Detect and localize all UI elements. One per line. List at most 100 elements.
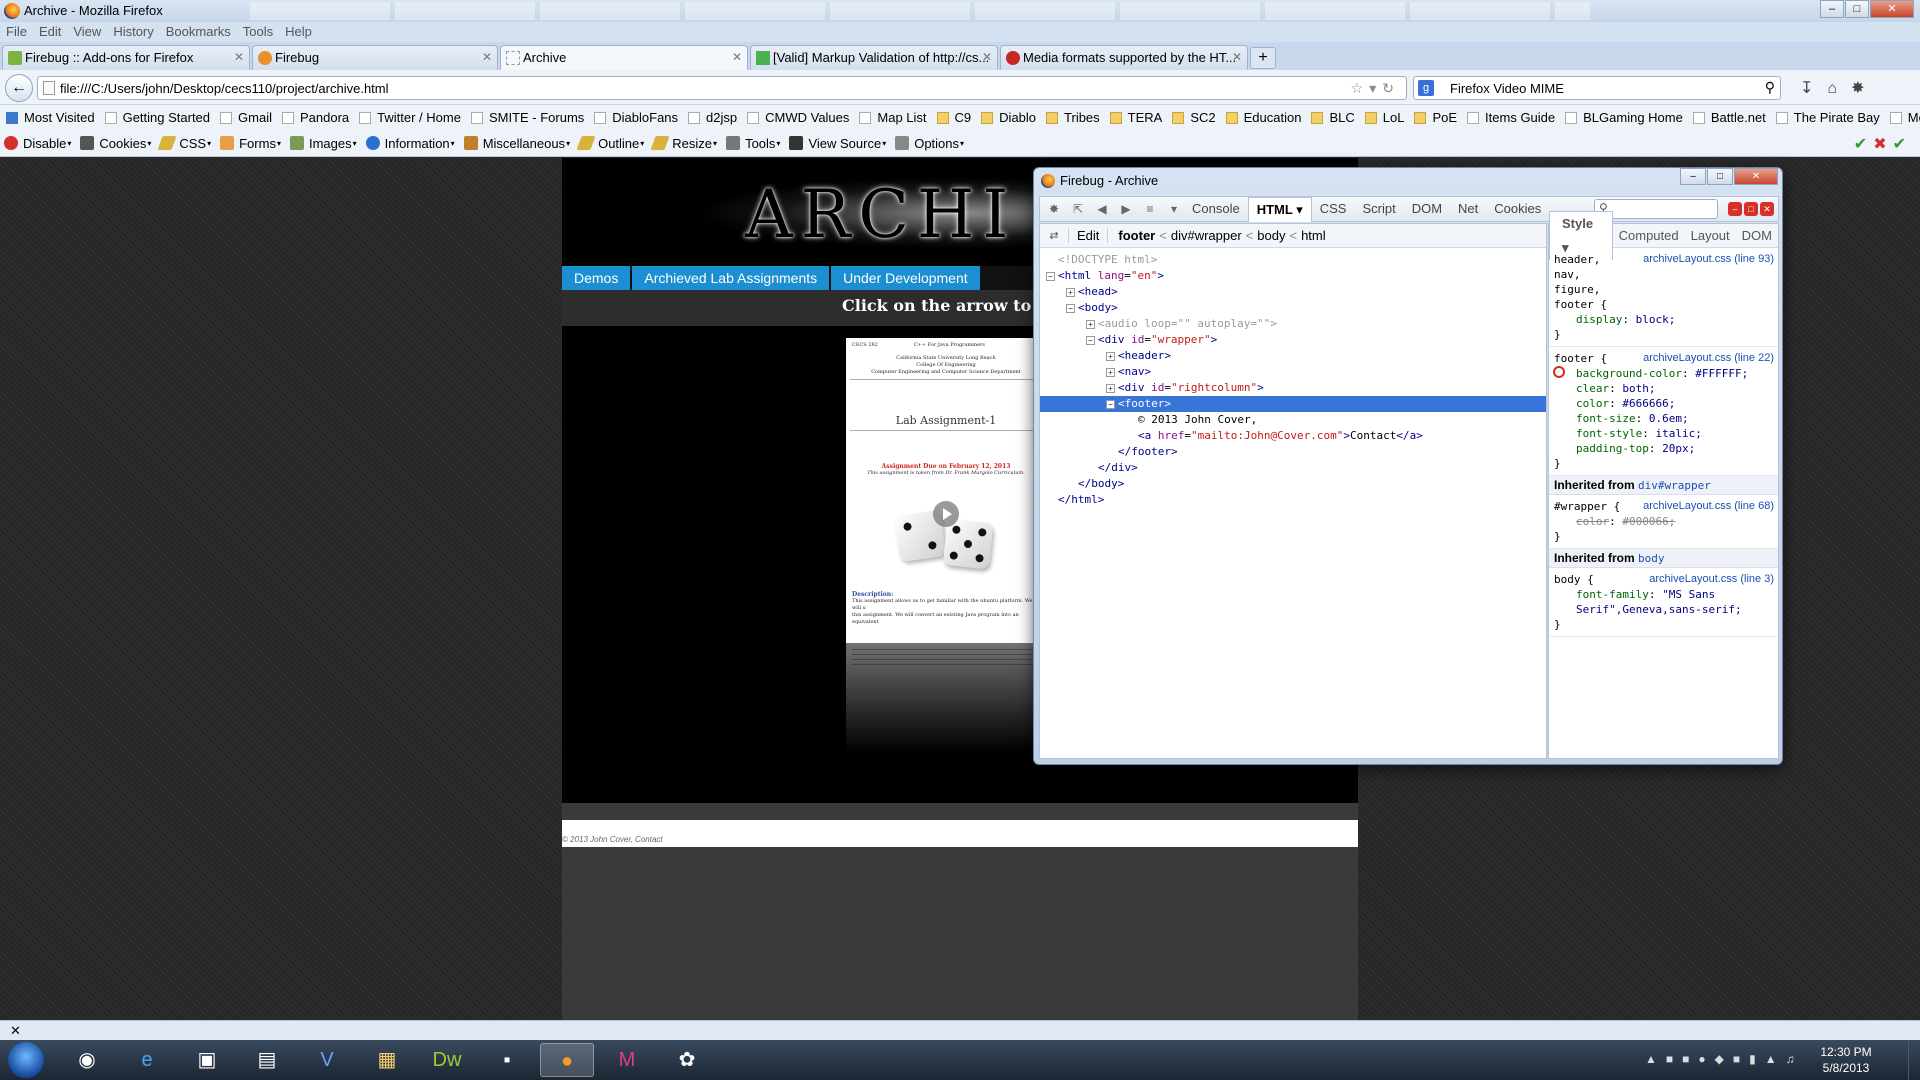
menu-bookmarks[interactable]: Bookmarks [166,22,231,42]
expand-icon[interactable]: + [1066,287,1075,297]
css-property[interactable]: font-style: italic; [1554,426,1774,441]
dropdown-icon[interactable]: ▾ [1164,199,1184,219]
bookmark-folder[interactable]: TERA [1109,110,1162,125]
expand-icon[interactable]: + [1106,351,1115,361]
bookmark-item[interactable]: BLGaming Home [1565,110,1683,125]
tab-firebug[interactable]: Firebug ✕ [252,45,498,70]
tab-firebug-addons[interactable]: Firebug :: Add-ons for Firefox ✕ [2,45,250,70]
forward-arrow-icon[interactable]: ▶ [1116,199,1136,219]
tree-node[interactable]: <a href="mailto:John@Cover.com">Contact<… [1040,428,1546,444]
css-property[interactable]: background-color: #FFFFFF; [1553,366,1774,381]
tree-node[interactable]: </div> [1040,460,1546,476]
tray-app-icon[interactable]: ■ [1682,1052,1698,1066]
tree-node[interactable]: − <body> [1040,300,1546,316]
css-property[interactable]: font-size: 0.6em; [1554,411,1774,426]
disable-menu[interactable]: Disable ▾ [4,136,71,151]
bookmark-folder[interactable]: PoE [1414,110,1457,125]
bookmark-item[interactable]: Movie Showtimes [1889,110,1920,125]
css-property[interactable]: padding-top: 20px; [1554,441,1774,456]
start-button[interactable] [8,1042,44,1078]
network-icon[interactable]: ▲ [1765,1052,1786,1066]
dropdown-icon[interactable]: ▾ [1369,80,1382,96]
lab-document-preview[interactable]: CECS 282 C++ For Java Programmers Califor… [846,338,1046,643]
rule-source-link[interactable]: archiveLayout.css (line 93) [1643,252,1774,267]
close-addon-bar-icon[interactable]: ✕ [10,1023,21,1039]
show-desktop-button[interactable] [1908,1040,1920,1080]
bookmark-star-icon[interactable]: ☆ [1351,80,1370,96]
bookmark-folder[interactable]: SC2 [1172,110,1216,125]
tab-dom[interactable]: DOM [1736,224,1778,248]
menu-tools[interactable]: Tools [243,22,273,42]
tree-node[interactable]: © 2013 John Cover, [1040,412,1546,428]
bookmark-folder[interactable]: Tribes [1046,110,1100,125]
volume-icon[interactable]: ♫ [1786,1052,1804,1066]
tab-close-icon[interactable]: ✕ [732,46,742,69]
css-property[interactable]: font-family: "MS Sans Serif",Geneva,sans… [1554,587,1774,617]
tree-node[interactable]: + <div id="rightcolumn"> [1040,380,1546,396]
bookmark-item[interactable]: Battle.net [1692,110,1766,125]
paint-icon[interactable]: ✿ [660,1043,714,1077]
css-property[interactable]: color: #666666; [1554,396,1774,411]
tab-html[interactable]: HTML ▾ [1247,196,1312,222]
notepad2-icon[interactable]: ▪ [480,1043,534,1077]
tab-computed[interactable]: Computed [1613,224,1685,248]
css-property[interactable]: color: #000066; [1554,514,1774,529]
options-menu[interactable]: Options ▾ [895,136,964,151]
forms-menu[interactable]: Forms ▾ [220,136,281,151]
magenta-app-icon[interactable]: M [600,1043,654,1077]
bookmark-most-visited[interactable]: Most Visited [6,110,95,125]
view-source-menu[interactable]: View Source ▾ [789,136,886,151]
tree-node[interactable]: − <html lang="en"> [1040,268,1546,284]
bookmark-item[interactable]: Items Guide [1467,110,1555,125]
nav-archived-labs[interactable]: Archieved Lab Assignments [632,266,830,290]
menu-file[interactable]: File [6,22,27,42]
outline-menu[interactable]: Outline ▾ [576,136,644,151]
expand-icon[interactable]: + [1086,319,1095,329]
notepad-icon[interactable]: ▤ [240,1043,294,1077]
miscellaneous-menu[interactable]: Miscellaneous ▾ [463,136,570,151]
tab-css[interactable]: CSS [1312,197,1355,221]
close-button[interactable]: ✕ [1870,0,1914,18]
crumb-footer[interactable]: footer [1118,228,1155,243]
home-icon[interactable]: ⌂ [1827,80,1851,97]
bookmark-item[interactable]: Getting Started [104,110,210,125]
tab-layout[interactable]: Layout [1685,224,1736,248]
css-menu[interactable]: CSS ▾ [157,136,211,151]
edit-button[interactable]: Edit [1068,228,1109,243]
tab-cookies[interactable]: Cookies [1486,197,1549,221]
inherited-source-link[interactable]: body [1638,552,1665,565]
explorer-folder-icon[interactable]: ▦ [360,1043,414,1077]
css-property[interactable]: clear: both; [1554,381,1774,396]
disabled-property-icon[interactable] [1553,366,1565,378]
tab-markup-validation[interactable]: [Valid] Markup Validation of http://cs..… [750,45,998,70]
dreamweaver-icon[interactable]: Dw [420,1043,474,1077]
rule-source-link[interactable]: archiveLayout.css (line 68) [1643,499,1774,514]
close-button[interactable]: ✕ [1734,168,1778,185]
tray-app-icon[interactable]: ■ [1733,1052,1749,1066]
bookmark-item[interactable]: Map List [859,110,927,125]
bookmark-item[interactable]: CMWD Values [747,110,849,125]
firebug-menu-icon[interactable]: ✸ [1044,199,1064,219]
tree-node[interactable]: + <audio loop="" autoplay=""> [1040,316,1546,332]
images-menu[interactable]: Images ▾ [289,136,357,151]
minimize-button[interactable]: – [1820,0,1844,18]
bookmark-folder[interactable]: LoL [1364,110,1404,125]
collapse-icon[interactable]: − [1046,271,1055,281]
bookmark-folder[interactable]: C9 [936,110,971,125]
tab-dom[interactable]: DOM [1404,197,1450,221]
url-bar[interactable]: file:///C:/Users/john/Desktop/cecs110/pr… [37,76,1407,100]
rule-source-link[interactable]: archiveLayout.css (line 3) [1649,572,1774,587]
crumb-body[interactable]: body [1257,228,1285,243]
tree-node[interactable]: </footer> [1040,444,1546,460]
battery-icon[interactable]: ▮ [1749,1052,1765,1066]
virtualbox-icon[interactable]: ▣ [180,1043,234,1077]
tree-node[interactable]: </html> [1040,492,1546,508]
download-icon[interactable]: ↧ [1800,80,1827,97]
tab-media-formats[interactable]: Media formats supported by the HT... ✕ [1000,45,1248,70]
google-icon[interactable]: g [1418,80,1434,96]
menu-history[interactable]: History [113,22,153,42]
inherited-source-link[interactable]: div#wrapper [1638,479,1711,492]
search-input[interactable]: Firefox Video MIME [1450,81,1564,96]
minimize-button[interactable]: – [1680,168,1706,185]
back-arrow-icon[interactable]: ◀ [1092,199,1112,219]
